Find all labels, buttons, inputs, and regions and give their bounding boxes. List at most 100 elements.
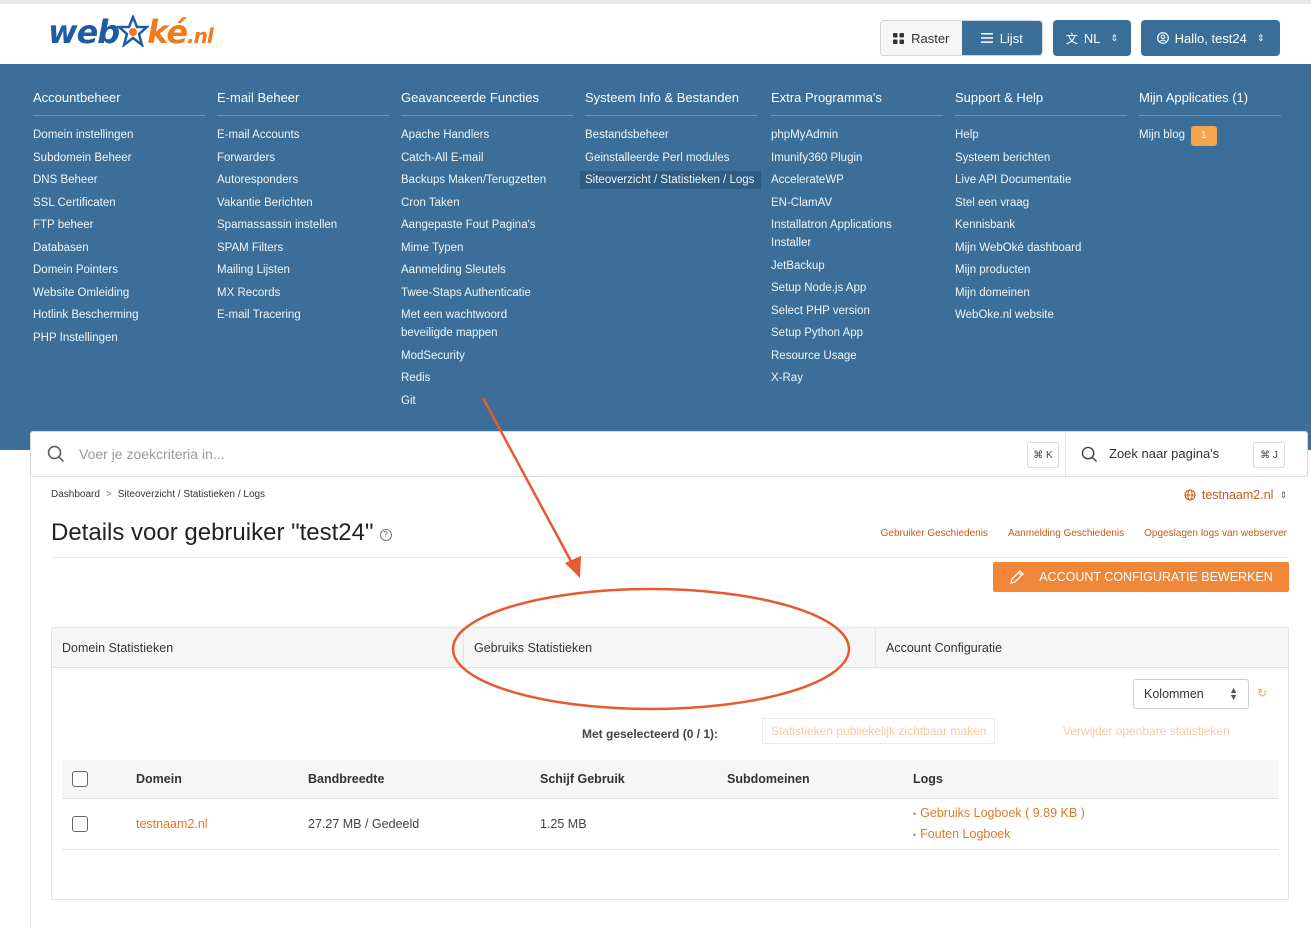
menu-item[interactable]: Domein Pointers	[33, 261, 215, 279]
login-history-link[interactable]: Aanmelding Geschiedenis	[1008, 528, 1124, 539]
tab-account-configuratie[interactable]: Account Configuratie	[876, 628, 1288, 667]
user-history-link[interactable]: Gebruiker Geschiedenis	[881, 528, 988, 539]
menu-item[interactable]: Mijn producten	[955, 261, 1137, 279]
help-icon[interactable]: ?	[379, 529, 392, 541]
webserver-logs-link[interactable]: Opgeslagen logs van webserver	[1144, 528, 1287, 539]
menu-item[interactable]: Select PHP version	[771, 302, 931, 320]
chevron-updown-icon: ▲ ▼	[1229, 685, 1238, 702]
bulk-actions: Met geselecteerd (0 / 1): Statistieken p…	[52, 718, 1288, 744]
menu-item[interactable]: Apache Handlers	[401, 126, 573, 144]
menu-item[interactable]: SPAM Filters	[217, 239, 399, 257]
menu-item[interactable]: Installatron Applications Installer	[771, 216, 921, 252]
menu-item[interactable]: Setup Python App	[771, 324, 931, 342]
menu-item-mijn-blog[interactable]: Mijn blog 1	[1139, 126, 1281, 146]
menu-item[interactable]: SSL Certificaten	[33, 194, 215, 212]
menu-item[interactable]: Domein instellingen	[33, 126, 215, 144]
column-header[interactable]: Bandbreedte	[308, 772, 540, 786]
menu-item[interactable]: X-Ray	[771, 369, 931, 387]
menu-item[interactable]: Bestandsbeheer	[585, 126, 767, 144]
menu-item[interactable]: Resource Usage	[771, 347, 931, 365]
menu-item[interactable]: Mijn WebOké dashboard	[955, 239, 1137, 257]
menu-item[interactable]: Hotlink Bescherming	[33, 306, 215, 324]
menu-item[interactable]: Autoresponders	[217, 171, 399, 189]
breadcrumb-home[interactable]: Dashboard	[51, 489, 100, 500]
columns-select-label: Kolommen	[1144, 687, 1204, 701]
remove-public-stats-button[interactable]: Verwijder openbare statistieken	[1055, 718, 1238, 744]
menu-item[interactable]: WebOke.nl website	[955, 306, 1137, 324]
weboke-logo[interactable]: web ké.nl	[48, 13, 214, 58]
menu-item[interactable]: Geinstalleerde Perl modules	[585, 149, 767, 167]
menu-item[interactable]: E-mail Accounts	[217, 126, 399, 144]
error-log-link[interactable]: • Fouten Logboek	[913, 824, 1278, 845]
menu-item[interactable]: Databasen	[33, 239, 215, 257]
make-stats-public-button[interactable]: Statistieken publiekelijk zichtbaar make…	[762, 718, 996, 744]
menu-item[interactable]: Systeem berichten	[955, 149, 1137, 167]
view-list-button[interactable]: Lijst	[961, 21, 1042, 55]
menu-item[interactable]: Imunify360 Plugin	[771, 149, 931, 167]
menu-item[interactable]: JetBackup	[771, 257, 931, 275]
column-header[interactable]: Domein	[136, 772, 308, 786]
refresh-icon[interactable]: ↻	[1257, 686, 1267, 700]
menu-item[interactable]: Mijn domeinen	[955, 284, 1137, 302]
domain-link[interactable]: testnaam2.nl	[136, 817, 308, 831]
breadcrumb-separator: >	[105, 489, 112, 500]
column-header[interactable]: Subdomeinen	[727, 772, 913, 786]
menu-item[interactable]: Aanmelding Sleutels	[401, 261, 573, 279]
menu-item[interactable]: FTP beheer	[33, 216, 215, 234]
user-menu[interactable]: Hallo, test24 ⇕	[1141, 20, 1280, 56]
search-divider	[1065, 432, 1066, 476]
menu-item[interactable]: Spamassassin instellen	[217, 216, 399, 234]
tab-domein-statistieken[interactable]: Domein Statistieken	[52, 628, 464, 667]
edit-account-config-button[interactable]: ACCOUNT CONFIGURATIE BEWERKEN	[993, 562, 1289, 592]
column-header[interactable]: Schijf Gebruik	[540, 772, 727, 786]
search-input[interactable]: Voer je zoekcriteria in...	[79, 446, 225, 462]
page-search-input[interactable]: Zoek naar pagina's	[1109, 446, 1219, 461]
menu-item[interactable]: Live API Documentatie	[955, 171, 1137, 189]
menu-item[interactable]: Mime Typen	[401, 239, 573, 257]
menu-item[interactable]: Setup Node.js App	[771, 279, 931, 297]
search-bar: Voer je zoekcriteria in... ⌘ K Zoek naar…	[30, 431, 1308, 477]
menu-item[interactable]: Mailing Lijsten	[217, 261, 399, 279]
menu-item[interactable]: Twee-Staps Authenticatie	[401, 284, 573, 302]
menu-item[interactable]: ModSecurity	[401, 347, 573, 365]
row-checkbox[interactable]	[72, 816, 88, 832]
menu-item[interactable]: Kennisbank	[955, 216, 1137, 234]
breadcrumb-current: Siteoverzicht / Statistieken / Logs	[117, 489, 266, 500]
menu-item[interactable]: E-mail Tracering	[217, 306, 399, 324]
menu-item-active[interactable]: Siteoverzicht / Statistieken / Logs	[580, 171, 761, 189]
logs-cell: • Gebruiks Logboek ( 9.89 KB ) • Fouten Lo…	[913, 803, 1278, 845]
menu-item[interactable]: Aangepaste Fout Pagina's	[401, 216, 573, 234]
usage-log-link[interactable]: • Gebruiks Logboek ( 9.89 KB )	[913, 803, 1278, 824]
menu-item[interactable]: Backups Maken/Terugzetten	[401, 171, 573, 189]
menu-item[interactable]: EN-ClamAV	[771, 194, 931, 212]
menu-item[interactable]: Catch-All E-mail	[401, 149, 573, 167]
menu-item[interactable]: MX Records	[217, 284, 399, 302]
menu-item[interactable]: PHP Instellingen	[33, 329, 215, 347]
view-toggle: Raster Lijst	[880, 20, 1043, 56]
breadcrumb: Dashboard > Siteoverzicht / Statistieken…	[51, 489, 265, 500]
menu-item[interactable]: Subdomein Beheer	[33, 149, 215, 167]
domain-selector[interactable]: testnaam2.nl ⇕	[1184, 488, 1287, 502]
menu-item[interactable]: DNS Beheer	[33, 171, 215, 189]
view-raster-button[interactable]: Raster	[881, 21, 962, 55]
menu-item[interactable]: Forwarders	[217, 149, 399, 167]
menu-item[interactable]: Stel een vraag	[955, 194, 1137, 212]
top-header: web ké.nl Raster Lijst 文 NL ⇕ Hallo, test…	[0, 0, 1311, 64]
menu-item[interactable]: Git	[401, 392, 573, 410]
tab-gebruiks-statistieken[interactable]: Gebruiks Statistieken	[464, 628, 876, 667]
menu-item[interactable]: Cron Taken	[401, 194, 573, 212]
menu-item[interactable]: Vakantie Berichten	[217, 194, 399, 212]
main-menu-panel: Accountbeheer Domein instellingen Subdom…	[0, 64, 1311, 450]
menu-item[interactable]: Redis	[401, 369, 573, 387]
chevron-updown-icon: ⇕	[1110, 32, 1119, 43]
menu-item[interactable]: Website Omleiding	[33, 284, 215, 302]
menu-item[interactable]: Met een wachtwoord beveiligde mappen	[401, 306, 541, 342]
menu-item[interactable]: AccelerateWP	[771, 171, 931, 189]
columns-select[interactable]: Kolommen ▲ ▼	[1133, 679, 1249, 709]
menu-item[interactable]: Help	[955, 126, 1137, 144]
select-all-checkbox[interactable]	[72, 771, 88, 787]
search-shortcut: ⌘ K	[1027, 442, 1059, 468]
menu-item[interactable]: phpMyAdmin	[771, 126, 931, 144]
domains-table: Domein Bandbreedte Schijf Gebruik Subdom…	[62, 760, 1278, 850]
language-selector[interactable]: 文 NL ⇕	[1053, 20, 1131, 56]
